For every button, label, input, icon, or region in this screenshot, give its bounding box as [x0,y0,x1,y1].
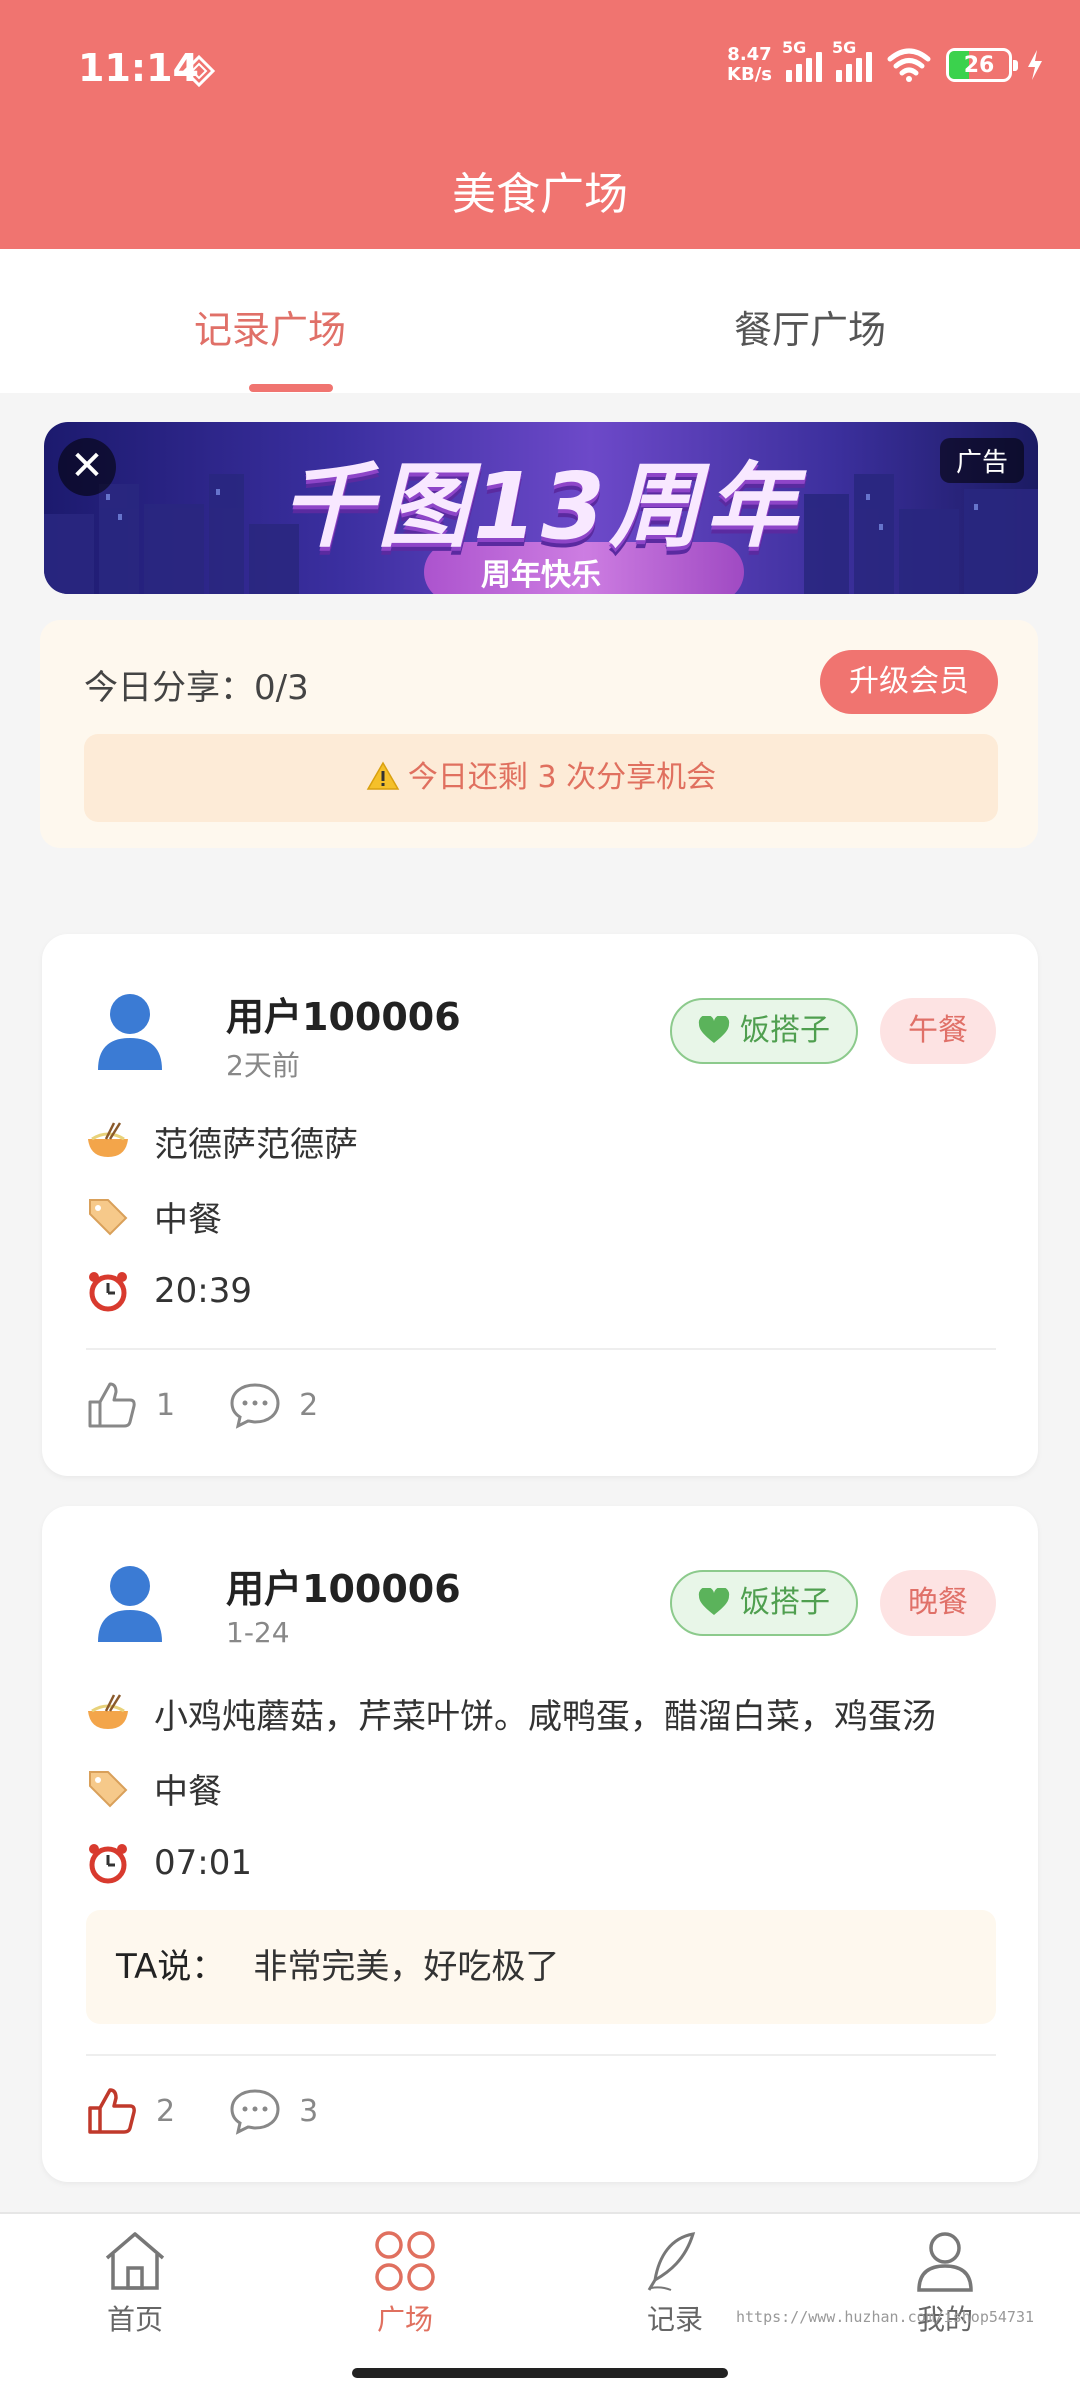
ad-label-badge: 广告 [939,438,1024,483]
nav-home[interactable]: 首页 [0,2214,270,2400]
like-count: 1 [156,1387,176,1423]
tab-bar: 记录广场 餐厅广场 [0,249,1080,393]
post-username[interactable]: 用户100006 [226,1558,461,1613]
comment-button[interactable]: 2 [229,1381,318,1429]
home-icon [105,2232,165,2290]
food-category: 中餐 [154,1199,222,1240]
tab-record-square[interactable]: 记录广场 [0,249,540,393]
time-row: 07:01 [86,1838,252,1888]
comment-bubble-icon [230,2089,280,2135]
food-category: 中餐 [154,1771,222,1812]
status-time: 11:14 [78,46,199,90]
author-comment-label: TA说： [116,1947,226,1987]
thumbs-up-liked-icon [88,2088,136,2134]
battery-icon: 26 [946,48,1018,82]
meal-time: 07:01 [154,1843,252,1883]
status-icons: 8.47 KB/s 5G 5G 26 [727,38,1044,90]
buddy-tag: 饭搭子 [670,1570,858,1636]
ad-banner[interactable]: 千图13周年 周年快乐 ✕ 广告 [44,422,1038,594]
dish-name: 小鸡炖蘑菇，芹菜叶饼。咸鸭蛋，醋溜白菜，鸡蛋汤 [154,1696,936,1737]
meal-time: 20:39 [154,1271,252,1311]
status-bar: 11:14 8.47 KB/s 5G 5G 26 [0,0,1080,130]
app-header: 11:14 8.47 KB/s 5G 5G 26 美食广场 [0,0,1080,249]
user-avatar-icon [98,994,162,1070]
like-button[interactable]: 1 [86,1380,175,1430]
post-time: 1-24 [226,1616,290,1649]
like-count: 2 [156,2093,176,2129]
price-tag-icon [86,1194,130,1238]
comment-count: 2 [299,1387,319,1423]
post-actions: 1 2 [86,1380,372,1430]
signal-strength-icon-2: 5G [832,38,872,82]
alarm-clock-icon [86,1841,130,1885]
post-actions: 2 3 [86,2086,372,2136]
wifi-icon [887,48,931,82]
comment-button[interactable]: 3 [229,2087,318,2135]
comment-bubble-icon [230,1383,280,1429]
ad-close-button[interactable]: ✕ [58,438,116,496]
category-row: 中餐 [86,1191,222,1241]
category-row: 中餐 [86,1763,222,1813]
post-time: 2天前 [226,1049,300,1082]
thumbs-up-icon [88,1382,136,1428]
share-notice: 今日还剩 3 次分享机会 [84,734,998,822]
dish-row: 小鸡炖蘑菇，芹菜叶饼。咸鸭蛋，醋溜白菜，鸡蛋汤 [86,1688,936,1738]
like-button[interactable]: 2 [86,2086,175,2136]
post-card[interactable]: 用户100006 2天前 饭搭子 午餐 范德萨范德萨 中餐 20:39 1 2 [42,934,1038,1476]
buddy-tag: 饭搭子 [670,998,858,1064]
noodle-bowl-icon [86,1119,130,1163]
meal-type-tag: 晚餐 [880,1570,996,1636]
post-card[interactable]: 用户100006 1-24 饭搭子 晚餐 小鸡炖蘑菇，芹菜叶饼。咸鸭蛋，醋溜白菜… [42,1506,1038,2182]
nav-profile[interactable]: 我的 [810,2214,1080,2400]
card-divider [86,2054,996,2056]
green-heart-icon [698,1016,730,1043]
notification-diamond-icon [182,54,216,88]
green-heart-icon [698,1588,730,1615]
page-title: 美食广场 [452,169,628,220]
alarm-clock-icon [86,1269,130,1313]
card-divider [86,1348,996,1350]
signal-strength-icon: 5G [782,38,822,82]
share-notice-text: 今日还剩 3 次分享机会 [407,760,717,795]
author-comment-box: TA说： 非常完美，好吃极了 [86,1910,996,2024]
price-tag-icon [86,1766,130,1810]
watermark-text: https://www.huzhan.com/ishop54731 [736,2308,1035,2326]
active-tab-indicator [249,384,333,392]
daily-share-panel: 今日分享：0/3 升级会员 今日还剩 3 次分享机会 [40,620,1038,848]
warning-icon [366,761,400,790]
user-avatar-icon [98,1566,162,1642]
grid-icon [375,2231,435,2291]
charging-bolt-icon [1028,50,1042,80]
comment-count: 3 [299,2093,319,2129]
meal-type-tag: 午餐 [880,998,996,1064]
ad-headline: 千图13周年 [280,453,802,560]
post-username[interactable]: 用户100006 [226,986,461,1041]
home-indicator[interactable] [352,2368,728,2378]
ad-subline: 周年快乐 [481,558,601,593]
upgrade-member-button[interactable]: 升级会员 [820,650,998,714]
dish-name: 范德萨范德萨 [154,1124,358,1165]
user-icon [917,2232,973,2292]
tab-restaurant-square[interactable]: 餐厅广场 [540,249,1080,393]
feather-pen-icon [647,2232,696,2291]
time-row: 20:39 [86,1266,252,1316]
daily-share-count: 今日分享：0/3 [84,668,309,708]
net-speed: 8.47 KB/s [727,44,772,85]
author-comment-text: 非常完美，好吃极了 [253,1947,560,1987]
dish-row: 范德萨范德萨 [86,1116,358,1166]
noodle-bowl-icon [86,1691,130,1735]
